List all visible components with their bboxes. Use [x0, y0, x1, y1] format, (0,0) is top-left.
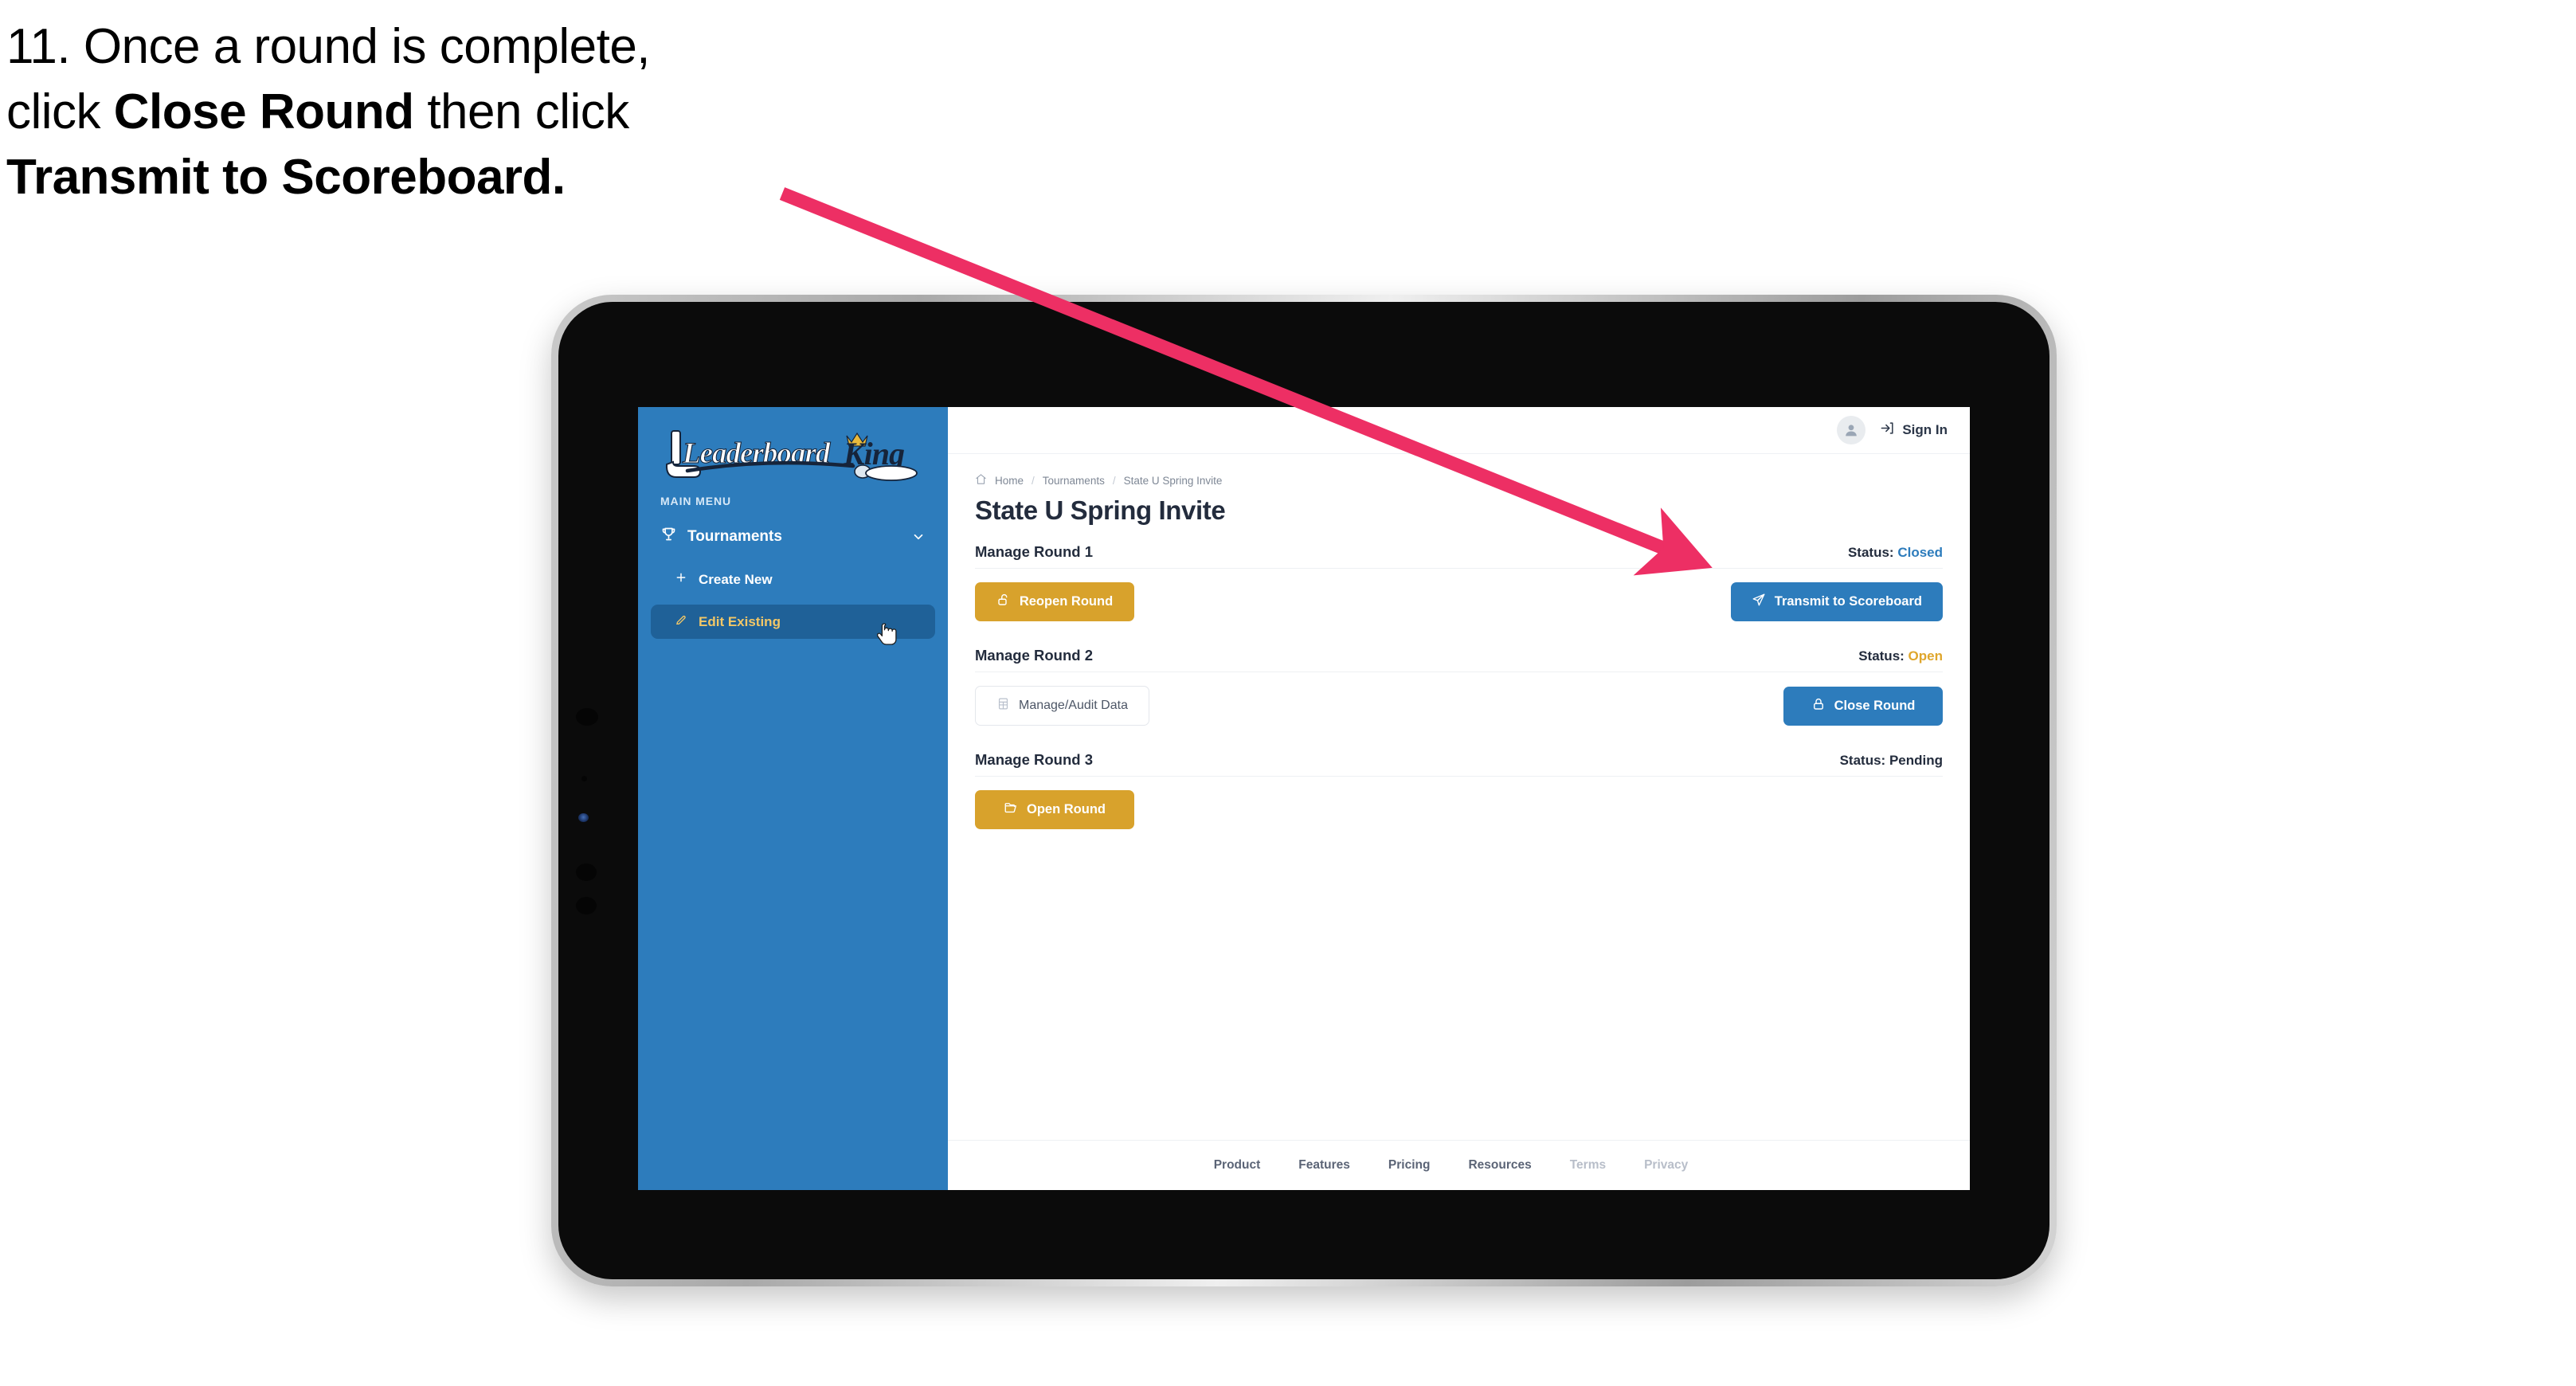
- tablet-screen-bezel: Leaderboard King MAIN MENU Tournaments C…: [558, 302, 2049, 1279]
- close-round-button[interactable]: Close Round: [1783, 686, 1943, 726]
- round-1-status: Status: Closed: [1848, 545, 1943, 561]
- breadcrumb: Home / Tournaments / State U Spring Invi…: [975, 473, 1943, 487]
- instruction-caption: 11. Once a round is complete, click Clos…: [6, 14, 898, 209]
- tablet-device-frame: Leaderboard King MAIN MENU Tournaments C…: [551, 295, 2057, 1286]
- round-block-2: Manage Round 2 Status: Open Manage/Audit…: [975, 647, 1943, 726]
- round-3-header: Manage Round 3 Status: Pending: [975, 751, 1943, 777]
- paper-plane-icon: [1752, 593, 1766, 611]
- trophy-icon: [660, 526, 677, 547]
- footer-link-terms[interactable]: Terms: [1570, 1158, 1606, 1173]
- sidebar-item-create-new-label: Create New: [699, 571, 773, 587]
- sidebar-nav: Tournaments Create New Edit Existing: [638, 507, 948, 639]
- web-app-viewport: Leaderboard King MAIN MENU Tournaments C…: [638, 407, 1970, 1190]
- lock-icon: [1811, 697, 1826, 715]
- breadcrumb-item-home[interactable]: Home: [995, 475, 1024, 487]
- round-3-title: Manage Round 3: [975, 751, 1094, 768]
- sidebar-item-tournaments-label: Tournaments: [687, 527, 782, 545]
- footer-link-pricing[interactable]: Pricing: [1388, 1158, 1431, 1173]
- bezel-sensor-dot-4: [576, 897, 597, 914]
- instruction-line-2-pre: click: [6, 84, 114, 139]
- page-title: State U Spring Invite: [975, 495, 1226, 525]
- footer-link-privacy[interactable]: Privacy: [1644, 1158, 1688, 1173]
- round-1-header: Manage Round 1 Status: Closed: [975, 543, 1943, 569]
- login-arrow-icon: [1880, 421, 1895, 440]
- table-grid-icon: [996, 697, 1010, 715]
- instruction-line-3: Transmit to Scoreboard.: [6, 145, 898, 210]
- bezel-sensor-dot-1: [576, 708, 598, 726]
- round-1-status-value: Closed: [1897, 545, 1943, 560]
- footer-link-resources[interactable]: Resources: [1468, 1158, 1531, 1173]
- instruction-close-round-bold: Close Round: [113, 84, 414, 139]
- manage-audit-data-label: Manage/Audit Data: [1019, 699, 1128, 712]
- round-1-status-label: Status:: [1847, 545, 1894, 560]
- transmit-to-scoreboard-button[interactable]: Transmit to Scoreboard: [1730, 582, 1943, 621]
- edit-pencil-icon: [675, 613, 687, 630]
- round-3-status-value: Pending: [1889, 753, 1943, 768]
- transmit-to-scoreboard-label: Transmit to Scoreboard: [1774, 594, 1922, 609]
- mouse-cursor-pointer: [876, 622, 901, 649]
- user-avatar-icon[interactable]: [1837, 416, 1866, 444]
- breadcrumb-item-tournaments[interactable]: Tournaments: [1043, 475, 1105, 487]
- open-folder-icon: [1004, 801, 1018, 819]
- sidebar-item-edit-existing-label: Edit Existing: [699, 613, 781, 629]
- sidebar-item-tournaments[interactable]: Tournaments: [651, 519, 935, 554]
- instruction-line-2: click Close Round then click: [6, 80, 898, 145]
- round-2-status-label: Status:: [1858, 648, 1905, 664]
- manage-audit-data-button[interactable]: Manage/Audit Data: [975, 686, 1149, 726]
- round-3-status-label: Status:: [1839, 753, 1886, 768]
- round-2-header: Manage Round 2 Status: Open: [975, 647, 1943, 672]
- round-2-status-value: Open: [1908, 648, 1943, 664]
- top-bar: Sign In: [948, 407, 1970, 454]
- open-round-button[interactable]: Open Round: [975, 790, 1134, 829]
- open-round-label: Open Round: [1027, 802, 1106, 816]
- close-round-label: Close Round: [1834, 698, 1916, 713]
- content-area: Home / Tournaments / State U Spring Invi…: [948, 454, 1970, 855]
- breadcrumb-separator-2: /: [1112, 474, 1116, 487]
- breadcrumb-item-current: State U Spring Invite: [1123, 474, 1223, 487]
- footer: Product Features Pricing Resources Terms…: [948, 1140, 1970, 1190]
- sidebar: Leaderboard King MAIN MENU Tournaments C…: [638, 407, 948, 1190]
- sidebar-section-label: MAIN MENU: [660, 495, 731, 507]
- round-block-3: Manage Round 3 Status: Pending Open Roun…: [975, 751, 1943, 829]
- round-2-title: Manage Round 2: [975, 647, 1094, 664]
- round-2-actions: Manage/Audit Data Close Round: [975, 672, 1943, 726]
- footer-link-product[interactable]: Product: [1214, 1158, 1261, 1173]
- breadcrumb-separator-1: /: [1032, 474, 1035, 487]
- instruction-line-1: 11. Once a round is complete,: [6, 19, 651, 74]
- chevron-down-icon[interactable]: [911, 530, 926, 544]
- reopen-round-button[interactable]: Reopen Round: [975, 582, 1134, 621]
- footer-link-features[interactable]: Features: [1298, 1158, 1350, 1173]
- round-1-title: Manage Round 1: [975, 543, 1094, 560]
- sign-in-label: Sign In: [1902, 422, 1948, 437]
- round-1-actions: Reopen Round Transmit to Scoreboard: [975, 569, 1943, 621]
- sidebar-item-create-new[interactable]: Create New: [651, 562, 935, 597]
- home-icon[interactable]: [975, 473, 987, 487]
- brand-logo[interactable]: Leaderboard King: [638, 407, 948, 481]
- main-content: Sign In Home / Tournaments / State U Spr…: [948, 407, 1970, 1190]
- round-2-status: Status: Open: [1858, 648, 1943, 664]
- plus-icon: [675, 571, 687, 588]
- instruction-transmit-bold: Transmit to Scoreboard.: [6, 149, 566, 205]
- round-3-actions: Open Round: [975, 777, 1943, 829]
- reopen-round-label: Reopen Round: [1019, 594, 1114, 609]
- round-block-1: Manage Round 1 Status: Closed Reopen Rou…: [975, 543, 1943, 621]
- unlock-icon: [996, 593, 1011, 611]
- bezel-camera-icon: [578, 813, 589, 822]
- round-3-status: Status: Pending: [1840, 753, 1943, 769]
- bezel-sensor-dot-3: [576, 863, 597, 881]
- sign-in-button[interactable]: Sign In: [1880, 421, 1948, 440]
- bezel-sensor-dot-2: [581, 776, 587, 781]
- instruction-line-2-post: then click: [413, 84, 629, 139]
